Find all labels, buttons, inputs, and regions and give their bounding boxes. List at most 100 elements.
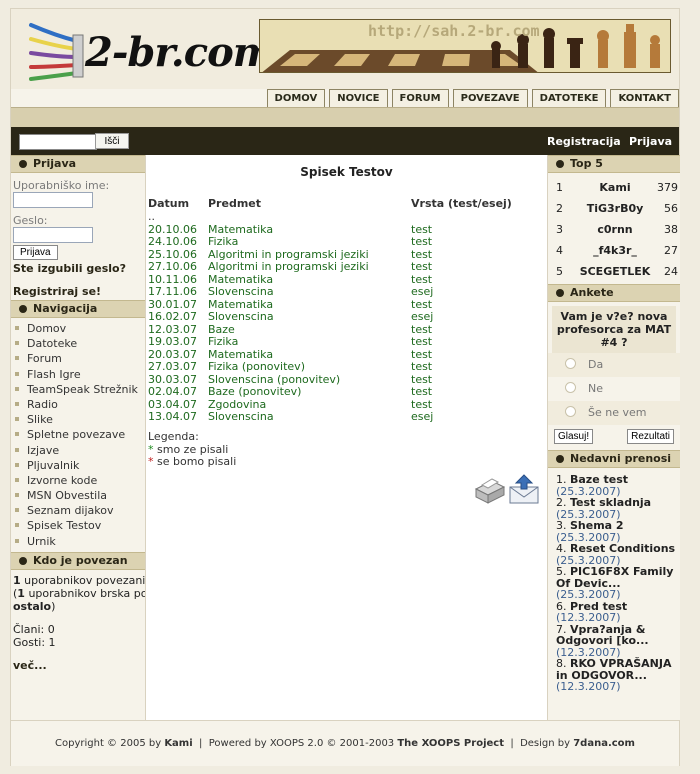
cell-subject[interactable]: Fizika [208, 335, 411, 349]
password-input[interactable] [13, 227, 93, 243]
email-send-icon[interactable] [508, 473, 542, 505]
login-link[interactable]: Prijava [629, 135, 672, 148]
bullet-icon [19, 305, 27, 313]
download-item[interactable]: 7. Vpra?anja & Odgovori [ko... (12.3.2007… [548, 623, 680, 659]
nav-link-slike[interactable]: Slike [11, 412, 145, 427]
tests-table: Datum Predmet Vrsta (test/esej) .. 20.10… [148, 195, 531, 424]
radio-button[interactable] [565, 382, 576, 393]
top5-user-link[interactable]: Kami [578, 177, 652, 198]
register-link[interactable]: Registracija [547, 135, 621, 148]
cell-subject[interactable]: Slovenscina [208, 310, 411, 324]
page-frame: 2-br.com http://sah.2-br.com DOMOV NOVIC… [10, 8, 680, 766]
radio-button[interactable] [565, 406, 576, 417]
register-block-link[interactable]: Registriraj se! [13, 285, 145, 298]
cell-type: esej [411, 310, 434, 323]
nav-link-forum[interactable]: Forum [11, 351, 145, 366]
cell-type: test [411, 335, 433, 348]
nav-link-spletne-povezave[interactable]: Spletne povezave [11, 427, 145, 442]
nav-link-seznam-dijakov[interactable]: Seznam dijakov [11, 503, 145, 518]
parent-dir-link[interactable]: .. [148, 210, 208, 224]
top5-user-link[interactable]: SCEGETLEK [578, 261, 652, 282]
download-item[interactable]: 2. Test skladnja (25.3.2007) [548, 497, 680, 520]
online-browsing: (1 uporabnikov brska po [13, 586, 145, 600]
square-bullet-icon [15, 326, 19, 330]
poll-option[interactable]: Ne [548, 377, 680, 401]
search-button[interactable]: Išči [95, 133, 129, 149]
nav-link-radio[interactable]: Radio [11, 397, 145, 412]
cell-subject[interactable]: Baze (ponovitev) [208, 385, 411, 399]
nav-link-datoteke[interactable]: Datoteke [11, 336, 145, 351]
top5-user-link[interactable]: c0rnn [578, 219, 652, 240]
download-item[interactable]: 3. Shema 2 (25.3.2007) [548, 520, 680, 543]
download-name-link[interactable]: Vpra?anja & Odgovori [ko... [556, 623, 649, 648]
username-input[interactable] [13, 192, 93, 208]
top5-user-link[interactable]: TiG3rB0y [578, 198, 652, 219]
poll-option[interactable]: Da [548, 353, 680, 377]
left-sidebar: Prijava Uporabniško ime: Geslo: Prijava … [11, 155, 146, 720]
poll-vote-button[interactable]: Glasuj! [554, 429, 594, 444]
nav-link-teamspeak[interactable]: TeamSpeak Strežnik [11, 382, 145, 397]
cell-date: 24.10.06 [148, 235, 197, 248]
download-item[interactable]: 1. Baze test (25.3.2007) [548, 474, 680, 497]
cell-subject[interactable]: Baze [208, 323, 411, 337]
square-bullet-icon [15, 493, 19, 498]
poll-block-title: Ankete [548, 284, 680, 302]
top5-score: 379 [657, 181, 678, 194]
banner-url-text: http://sah.2-br.com [368, 22, 540, 40]
online-guests: Gosti: 1 [13, 635, 56, 649]
download-item[interactable]: 8. RKO VPRAŠANJA in ODGOVOR... (12.3.2007… [548, 658, 680, 693]
download-item[interactable]: 4. Reset Conditions (25.3.2007) [548, 543, 680, 566]
poll-option[interactable]: Še ne vem [548, 401, 680, 425]
cell-subject[interactable]: Algoritmi in programski jeziki [208, 260, 411, 274]
footer-author-link[interactable]: Kami [164, 738, 192, 749]
printer-icon[interactable] [472, 475, 506, 505]
cell-subject[interactable]: Matematika [208, 223, 411, 237]
lost-password-link[interactable]: Ste izgubili geslo? [13, 262, 145, 275]
header: 2-br.com http://sah.2-br.com [11, 9, 679, 89]
nav-link-spisek-testov[interactable]: Spisek Testov [11, 518, 145, 533]
poll-results-button[interactable]: Rezultati [627, 429, 674, 444]
download-name-link[interactable]: PIC16F8X Family Of Devic... [556, 565, 673, 590]
nav-link-msn-obvestila[interactable]: MSN Obvestila [11, 488, 145, 503]
square-bullet-icon [15, 401, 19, 406]
top5-rank: 3 [556, 223, 563, 236]
nav-link-domov[interactable]: Domov [11, 321, 145, 336]
table-row: 12.03.07 Baze test [148, 323, 531, 337]
login-submit-button[interactable]: Prijava [13, 245, 58, 260]
online-more-link[interactable]: več... [13, 659, 145, 672]
nav-forum[interactable]: FORUM [391, 89, 449, 108]
cell-date: 02.04.07 [148, 385, 197, 398]
cell-subject[interactable]: Fizika [208, 235, 411, 249]
nav-kontakt[interactable]: KONTAKT [610, 89, 679, 108]
nav-domov[interactable]: DOMOV [266, 89, 326, 108]
nav-novice[interactable]: NOVICE [329, 89, 388, 108]
nav-link-izjave[interactable]: Izjave [11, 443, 145, 458]
top5-user-link[interactable]: _f4k3r_ [578, 240, 652, 261]
top5-score: 24 [664, 265, 678, 278]
legend: Legenda: * smo ze pisali * se bomo pisal… [148, 430, 236, 469]
top5-rank: 5 [556, 265, 563, 278]
cell-subject[interactable]: Fizika (ponovitev) [208, 360, 411, 374]
table-row: 20.10.06 Matematika test [148, 223, 531, 237]
download-item[interactable]: 5. PIC16F8X Family Of Devic... (25.3.2007… [548, 566, 680, 601]
search-input[interactable] [19, 134, 97, 150]
nav-link-urnik[interactable]: Urnik [11, 534, 145, 549]
chess-banner[interactable]: http://sah.2-br.com [259, 19, 671, 73]
nav-link-izvorne-kode[interactable]: Izvorne kode [11, 473, 145, 488]
cell-subject[interactable]: Slovenscina [208, 285, 411, 299]
footer-xoops-link[interactable]: The XOOPS Project [397, 738, 504, 749]
cell-subject[interactable]: Slovenscina [208, 410, 411, 424]
top5-score: 56 [664, 202, 678, 215]
radio-button[interactable] [565, 358, 576, 369]
nav-link-flash-igre[interactable]: Flash Igre [11, 367, 145, 382]
password-label: Geslo: [13, 214, 48, 227]
square-bullet-icon [15, 523, 19, 528]
nav-link-pljuvalnik[interactable]: Pljuvalnik [11, 458, 145, 473]
bullet-icon [556, 160, 564, 168]
download-item[interactable]: 6. Pred test (12.3.2007) [548, 600, 680, 624]
download-name-link[interactable]: RKO VPRAŠANJA in ODGOVOR... [556, 657, 672, 682]
nav-datoteke[interactable]: DATOTEKE [531, 89, 607, 108]
footer-design-link[interactable]: 7dana.com [573, 738, 635, 749]
nav-povezave[interactable]: POVEZAVE [452, 89, 528, 108]
site-logo[interactable]: 2-br.com [85, 29, 275, 76]
